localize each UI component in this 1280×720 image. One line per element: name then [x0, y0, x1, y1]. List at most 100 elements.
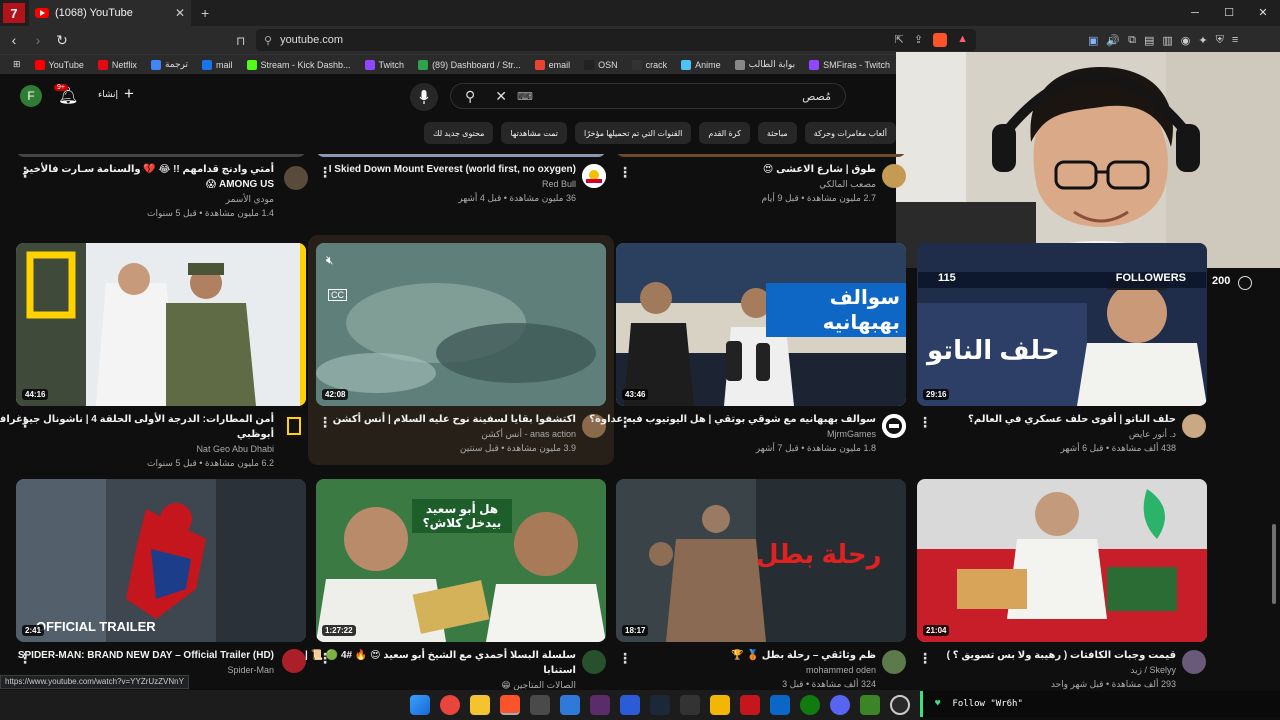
- epic-games-icon[interactable]: [680, 695, 700, 715]
- discord-icon[interactable]: [830, 695, 850, 715]
- leo-icon[interactable]: ✦: [1198, 34, 1207, 47]
- video-thumbnail[interactable]: هل أبو سعيد بيدخل كلاش؟ 1:27:22: [316, 479, 606, 642]
- sidebar-icon[interactable]: ▥: [1162, 34, 1172, 47]
- bookmark-item[interactable]: Anime: [674, 59, 728, 70]
- more-options-icon[interactable]: ⋮: [618, 164, 632, 181]
- open-external-icon[interactable]: ⇱: [895, 33, 904, 47]
- brave-icon[interactable]: [500, 695, 520, 715]
- video-thumbnail[interactable]: [16, 154, 306, 157]
- bookmark-item[interactable]: Netflix: [91, 59, 144, 70]
- search-input[interactable]: ⚲ ✕ ⌨ مُصص: [450, 83, 846, 109]
- rewards-icon[interactable]: ▲: [957, 33, 968, 47]
- reload-icon[interactable]: ↻: [52, 32, 72, 49]
- clear-search-icon[interactable]: ✕: [495, 88, 507, 105]
- audio-icon[interactable]: 🔊: [1106, 34, 1120, 47]
- video-title[interactable]: SPIDER-MAN: BRAND NEW DAY – Official Tra…: [0, 648, 274, 663]
- more-options-icon[interactable]: ⋮: [18, 164, 32, 181]
- wallet-icon[interactable]: ▤: [1144, 34, 1154, 47]
- video-thumbnail[interactable]: حلف الناتو 29:16: [917, 243, 1207, 406]
- bookmark-item[interactable]: Twitch: [358, 59, 412, 70]
- site-info-icon[interactable]: ⚲: [264, 34, 272, 47]
- close-tab-icon[interactable]: ✕: [175, 6, 185, 20]
- close-window-button[interactable]: ✕: [1246, 0, 1280, 26]
- minecraft-icon[interactable]: [860, 695, 880, 715]
- mute-icon[interactable]: 🔇︎: [326, 253, 334, 268]
- more-options-icon[interactable]: ⋮: [318, 650, 332, 667]
- channel-name[interactable]: الصالات المتاجين 😁: [286, 678, 576, 690]
- more-options-icon[interactable]: ⋮: [18, 650, 32, 667]
- video-title[interactable]: أمتي وادنج قدامهم !! 😂 💔 والسنامة سـارت …: [0, 162, 274, 192]
- minimize-button[interactable]: ─: [1178, 0, 1212, 26]
- brave-shields-icon[interactable]: [933, 33, 948, 47]
- file-explorer-icon[interactable]: [470, 695, 490, 715]
- more-options-icon[interactable]: ⋮: [918, 414, 932, 431]
- video-thumbnail[interactable]: 44:16: [16, 243, 306, 406]
- keyboard-icon[interactable]: ⌨: [517, 90, 533, 103]
- video-thumbnail[interactable]: سوالف بهبهانيه 43:46: [616, 243, 906, 406]
- video-thumbnail[interactable]: [316, 154, 606, 157]
- video-thumbnail[interactable]: 🔇︎ CC 42:08: [316, 243, 606, 406]
- extensions-icon[interactable]: ⧉: [1128, 34, 1136, 47]
- terminal-icon[interactable]: [530, 695, 550, 715]
- bookmark-item[interactable]: OSN: [577, 59, 625, 70]
- media-player-icon[interactable]: [560, 695, 580, 715]
- menu-icon[interactable]: ≡: [1232, 34, 1238, 47]
- maximize-button[interactable]: ☐: [1212, 0, 1246, 26]
- translate-icon[interactable]: ▣: [1088, 34, 1098, 47]
- share-icon[interactable]: ⇪: [914, 33, 923, 47]
- bookmark-item[interactable]: YouTube: [28, 59, 91, 70]
- more-options-icon[interactable]: ⋮: [618, 414, 632, 431]
- video-thumbnail[interactable]: [616, 154, 906, 157]
- bookmark-item[interactable]: crack: [625, 59, 675, 70]
- channel-name[interactable]: مودي الأسمر: [0, 192, 274, 206]
- channel-avatar[interactable]: [882, 164, 906, 188]
- autodesk-icon[interactable]: [740, 695, 760, 715]
- url-field[interactable]: ⚲ youtube.com ⇱ ⇪ ▲: [256, 29, 976, 51]
- mail-app-icon[interactable]: [770, 695, 790, 715]
- rockstar-icon[interactable]: [710, 695, 730, 715]
- bookmark-page-icon[interactable]: ⊓: [236, 34, 245, 48]
- channel-name[interactable]: Nat Geo Abu Dhabi: [0, 442, 274, 456]
- more-options-icon[interactable]: ⋮: [618, 650, 632, 667]
- filter-chip[interactable]: مباحثة: [757, 122, 797, 144]
- filter-chip[interactable]: تمت مشاهدتها: [501, 122, 567, 144]
- video-title[interactable]: أمن المطارات: الدرجة الأولى الحلقة 4 | ن…: [0, 412, 274, 442]
- channel-avatar[interactable]: [1182, 650, 1206, 674]
- vpn-icon[interactable]: ⛨: [1216, 34, 1224, 47]
- video-thumbnail[interactable]: رحلة بطل 18:17: [616, 479, 906, 642]
- video-thumbnail[interactable]: OFFICIAL TRAILER 2:41: [16, 479, 306, 642]
- forward-icon[interactable]: ›: [28, 32, 48, 48]
- xbox-icon[interactable]: [800, 695, 820, 715]
- bookmark-item[interactable]: بوابة الطالب: [728, 59, 802, 70]
- channel-avatar[interactable]: [1182, 414, 1206, 438]
- video-thumbnail[interactable]: 21:04: [917, 479, 1207, 642]
- account-avatar[interactable]: F: [20, 85, 42, 107]
- filter-chip[interactable]: كرة القدم: [699, 122, 750, 144]
- bookmark-item[interactable]: SMFiras - Twitch: [802, 59, 897, 70]
- more-options-icon[interactable]: ⋮: [918, 650, 932, 667]
- bookmark-item[interactable]: ترجمة: [144, 59, 195, 70]
- bookmark-item[interactable]: Stream - Kick Dashb...: [240, 59, 358, 70]
- more-options-icon[interactable]: ⋮: [18, 414, 32, 431]
- editor-icon[interactable]: [590, 695, 610, 715]
- bookmark-item[interactable]: (89) Dashboard / Str...: [411, 59, 528, 70]
- tab-youtube[interactable]: (1068) YouTube ✕: [29, 0, 191, 26]
- create-button[interactable]: إنشاء +: [98, 85, 134, 102]
- vpn-app-icon[interactable]: [620, 695, 640, 715]
- chrome-icon[interactable]: [440, 695, 460, 715]
- filter-chip[interactable]: ألعاب مغامرات وحركة: [804, 122, 896, 144]
- filter-chip[interactable]: القنوات التي تم تحميلها مؤخرًا: [575, 122, 692, 144]
- bookmark-item[interactable]: email: [528, 59, 578, 70]
- back-icon[interactable]: ‹: [4, 32, 24, 48]
- filter-chip[interactable]: محتوى جديد لك: [423, 122, 494, 144]
- voice-search-button[interactable]: [410, 83, 438, 111]
- captions-icon[interactable]: CC: [328, 289, 347, 301]
- steam-icon[interactable]: [650, 695, 670, 715]
- obs-icon[interactable]: [890, 695, 910, 715]
- apps-grid-icon[interactable]: ⊞: [6, 59, 28, 70]
- more-options-icon[interactable]: ⋮: [318, 164, 332, 181]
- bookmark-item[interactable]: mail: [195, 59, 240, 70]
- profile-icon[interactable]: ◉: [1181, 34, 1191, 47]
- page-scrollbar[interactable]: [1272, 524, 1276, 604]
- new-tab-button[interactable]: +: [201, 5, 209, 21]
